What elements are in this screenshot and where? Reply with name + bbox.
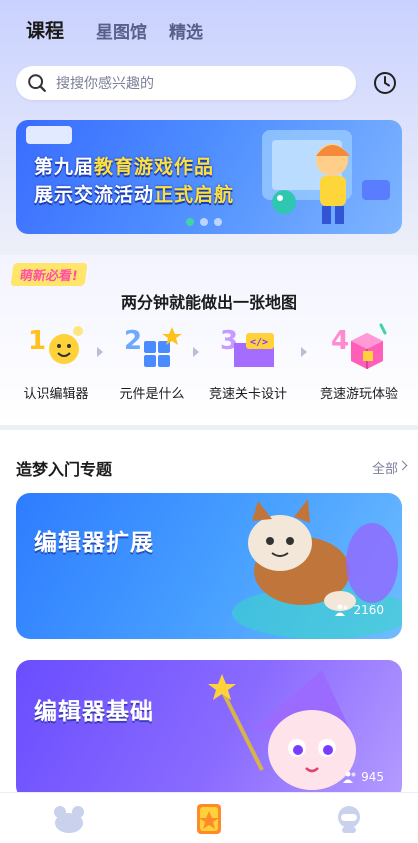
search-row: 搜搜你感兴趣的 [16,66,402,100]
search-input[interactable]: 搜搜你感兴趣的 [16,66,356,100]
bottom-navigation [0,792,418,843]
section-header: 造梦入门专题 全部 [0,430,418,480]
step-arrow [193,347,199,357]
tab-courses[interactable]: 课程 [16,14,74,47]
section-title: 造梦入门专题 [16,460,113,479]
card-count: 2160 [335,603,384,617]
step-label: 竞速游玩体验 [319,387,398,402]
smile-face-icon: 1 [28,326,83,364]
banner-pagination [186,218,222,226]
course-icon[interactable] [192,803,226,835]
svg-text:</>: </> [250,337,268,348]
card-count-value: 2160 [353,603,384,617]
search-placeholder: 搜搜你感兴趣的 [56,76,154,92]
card-count-value: 945 [361,770,384,784]
banner-line1-prefix: 第九届 [34,156,95,178]
banner-headline-2: 展示交流活动正式启航 [34,180,234,207]
newbie-tag: 萌新必看! [10,263,88,286]
step-arrow [97,347,103,357]
profile-icon[interactable] [332,803,366,835]
search-icon [28,74,46,92]
step-2[interactable]: 2 元件是什么 [104,319,200,402]
topic-card-editor-extension[interactable]: 编辑器扩展 2160 [16,493,402,639]
svg-text:4: 4 [331,326,349,356]
step-3[interactable]: 3 </> 竞速关卡设计 [200,319,296,402]
step-label: 认识编辑器 [23,387,89,402]
tab-star-gallery[interactable]: 星图馆 [96,18,147,43]
banner-line2-prefix: 展示交流活动 [34,184,155,206]
banner-headline-1: 第九届教育游戏作品 [34,152,214,179]
step-label: 竞速关卡设计 [208,387,287,402]
step-arrow [301,347,307,357]
newbie-title: 两分钟就能做出一张地图 [120,293,297,312]
blocks-icon: 2 [124,326,182,367]
code-folder-icon: 3 </> [220,326,274,367]
tab-featured[interactable]: 精选 [169,18,203,43]
history-clock-icon[interactable] [372,70,398,96]
cat-character-illustration [232,499,402,639]
top-tabs: 课程 星图馆 精选 [16,14,203,47]
step-4[interactable]: 4 竞速游玩体验 [309,319,409,402]
home-icon[interactable] [52,803,86,835]
banner-logo [26,126,72,144]
pagination-dot[interactable] [200,218,208,226]
players-icon [343,771,356,783]
svg-text:2: 2 [124,326,142,356]
pagination-dot[interactable] [214,218,222,226]
banner-line1-highlight: 教育游戏作品 [94,156,215,178]
newbie-guide-section: 萌新必看! 两分钟就能做出一张地图 1 认识编辑器 2 元件是什么 3 </> … [0,255,418,425]
card-title: 编辑器扩展 [34,530,154,556]
svg-text:1: 1 [28,326,46,356]
step-1[interactable]: 1 认识编辑器 [8,319,104,402]
promo-banner[interactable]: 第九届教育游戏作品 展示交流活动正式启航 [16,120,402,234]
cube-icon: 4 [331,323,387,369]
step-label: 元件是什么 [119,387,185,402]
players-icon [335,604,348,616]
pagination-dot[interactable] [186,218,194,226]
card-count: 945 [343,770,384,784]
banner-character-illustration [262,130,390,224]
card-title: 编辑器基础 [34,699,154,725]
topic-card-editor-basics[interactable]: 编辑器基础 945 [16,660,402,800]
view-all-link[interactable]: 全部 [372,458,398,477]
chevron-right-icon [397,460,408,471]
